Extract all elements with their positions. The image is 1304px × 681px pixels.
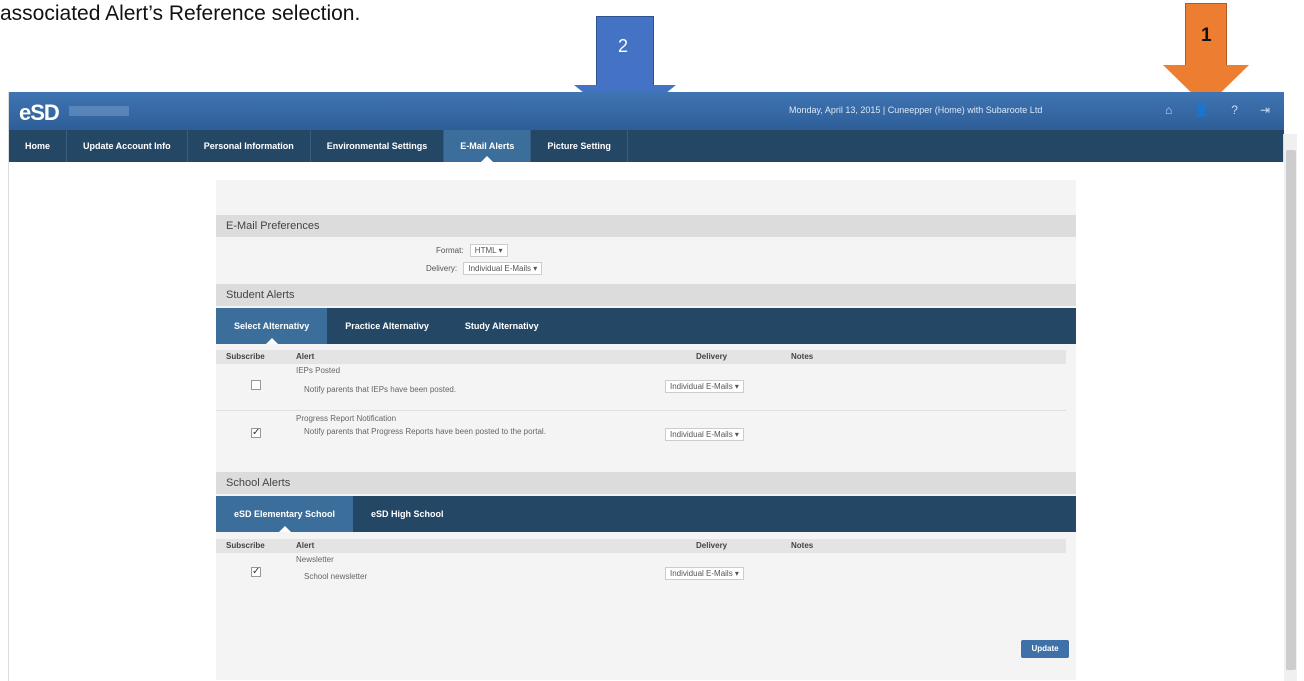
tab-practice-alternativy[interactable]: Practice Alternativy: [327, 308, 447, 344]
nav-picture-setting[interactable]: Picture Setting: [531, 130, 628, 162]
tab-esd-high-school[interactable]: eSD High School: [353, 496, 462, 532]
format-value: HTML: [474, 246, 497, 255]
delivery-select[interactable]: Individual E-Mails ▾: [665, 567, 744, 580]
logo-subtitle: [69, 106, 129, 116]
col-notes: Notes: [791, 352, 814, 361]
update-button-bottom[interactable]: Update: [1021, 640, 1069, 658]
annotation-number-1: 1: [1201, 25, 1212, 46]
user-icon[interactable]: 👤: [1194, 103, 1209, 117]
alert-title: Newsletter: [296, 555, 334, 564]
alert-title: Progress Report Notification: [296, 414, 397, 423]
tab-select-alternativy[interactable]: Select Alternativy: [216, 308, 328, 344]
delivery-value: Individual E-Mails: [670, 569, 733, 578]
home-icon[interactable]: ⌂: [1165, 103, 1172, 117]
top-bar: eSD Monday, April 13, 2015 | Cuneepper (…: [9, 92, 1284, 130]
school-table-header: Subscribe Alert Delivery Notes: [216, 539, 1066, 553]
app-window: eSD Monday, April 13, 2015 | Cuneepper (…: [8, 92, 1297, 681]
delivery-row: Delivery: Individual E-Mails ▾: [426, 262, 543, 275]
help-icon[interactable]: ?: [1231, 103, 1238, 117]
subscribe-checkbox[interactable]: ✓: [251, 428, 261, 438]
date-user-info: Monday, April 13, 2015 | Cuneepper (Home…: [789, 105, 1043, 115]
col-alert: Alert: [296, 541, 315, 550]
alerts-panel: E-Mail Preferences Format: HTML ▾ Delive…: [216, 180, 1076, 680]
annotation-number-2: 2: [618, 36, 629, 56]
tab-study-alternativy[interactable]: Study Alternativy: [447, 308, 557, 344]
delivery-value: Individual E-Mails: [670, 430, 733, 439]
top-icons: ⌂ 👤 ? ⇥: [1165, 103, 1270, 117]
school-alerts-tabs: eSD Elementary School eSD High School: [216, 496, 1076, 532]
student-alerts-header: Student Alerts: [216, 284, 1076, 306]
delivery-label: Delivery:: [426, 264, 458, 273]
scroll-thumb[interactable]: [1286, 150, 1296, 670]
col-alert: Alert: [296, 352, 315, 361]
delivery-select[interactable]: Individual E-Mails ▾: [665, 428, 744, 441]
main-nav: Home Update Account Info Personal Inform…: [9, 130, 1284, 162]
format-select[interactable]: HTML ▾: [469, 244, 508, 257]
school-alerts-header: School Alerts: [216, 472, 1076, 494]
col-delivery: Delivery: [696, 541, 728, 550]
nav-update-account-info[interactable]: Update Account Info: [67, 130, 188, 162]
vertical-scrollbar[interactable]: [1283, 134, 1297, 681]
format-label: Format:: [436, 246, 464, 255]
subscribe-checkbox[interactable]: ✓: [251, 567, 261, 577]
student-alerts-tabs: Select Alternativy Practice Alternativy …: [216, 308, 1076, 344]
table-row: Progress Report Notification ✓ Notify pa…: [216, 414, 1066, 458]
nav-email-alerts[interactable]: E-Mail Alerts: [444, 130, 532, 162]
nav-home[interactable]: Home: [9, 130, 68, 162]
student-table-header: Subscribe Alert Delivery Notes: [216, 350, 1066, 364]
alert-description: Notify parents that Progress Reports hav…: [304, 427, 546, 436]
alert-title: IEPs Posted: [296, 366, 341, 375]
content-area: Update E-Mail Preferences Format: HTML ▾…: [9, 162, 1284, 681]
tab-esd-elementary-school[interactable]: eSD Elementary School: [216, 496, 354, 532]
row-divider: [216, 410, 1066, 411]
delivery-select[interactable]: Individual E-Mails ▾: [463, 262, 543, 275]
delivery-select[interactable]: Individual E-Mails ▾: [665, 380, 744, 393]
delivery-value: Individual E-Mails: [670, 382, 733, 391]
caption-text: associated Alert’s Reference selection.: [0, 2, 361, 25]
col-notes: Notes: [791, 541, 814, 550]
logout-icon[interactable]: ⇥: [1260, 103, 1270, 117]
subscribe-checkbox[interactable]: [251, 380, 261, 390]
delivery-value: Individual E-Mails: [468, 264, 532, 273]
alert-description: School newsletter: [304, 572, 368, 581]
nav-environmental-settings[interactable]: Environmental Settings: [311, 130, 445, 162]
email-preferences-header: E-Mail Preferences: [216, 215, 1076, 237]
nav-personal-information[interactable]: Personal Information: [188, 130, 311, 162]
table-row: IEPs Posted Notify parents that IEPs hav…: [216, 366, 1066, 410]
app-logo[interactable]: eSD: [19, 100, 60, 126]
col-delivery: Delivery: [696, 352, 728, 361]
format-row: Format: HTML ▾: [436, 244, 508, 257]
alert-description: Notify parents that IEPs have been poste…: [304, 385, 457, 394]
col-subscribe: Subscribe: [226, 352, 265, 361]
table-row: Newsletter ✓ School newsletter Individua…: [216, 555, 1066, 595]
col-subscribe: Subscribe: [226, 541, 265, 550]
